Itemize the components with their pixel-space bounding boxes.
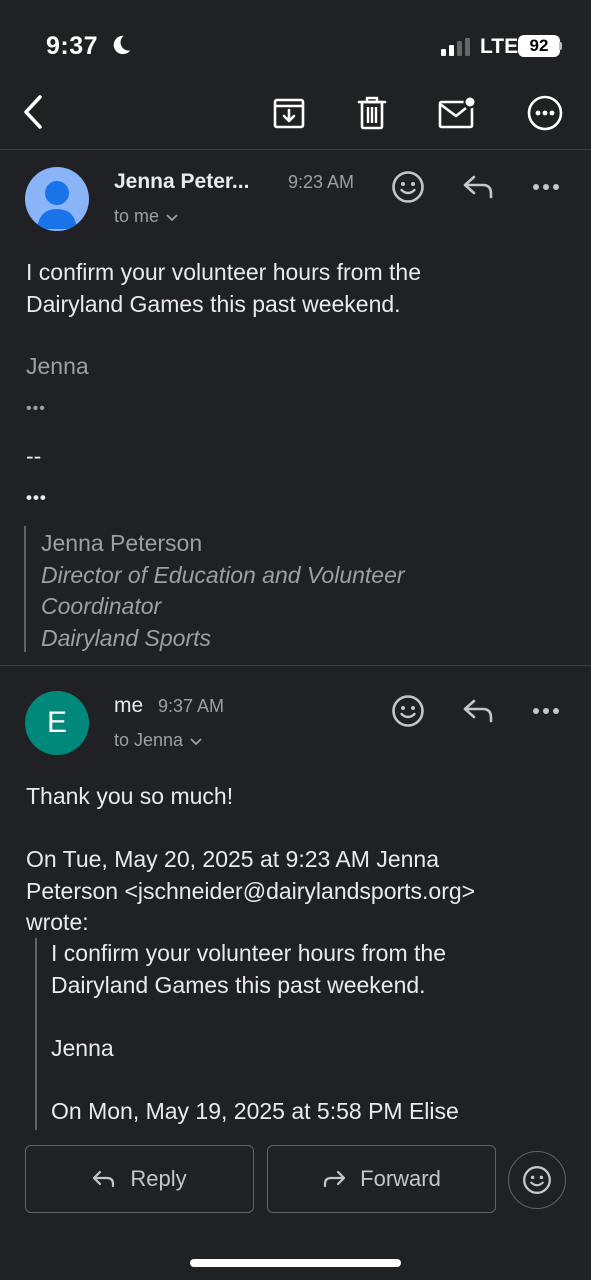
signature-separator: -- — [26, 443, 42, 469]
home-indicator[interactable] — [190, 1259, 401, 1267]
recipient-label: to Jenna — [114, 730, 184, 750]
message-more-button[interactable] — [526, 167, 566, 207]
reply-icon — [463, 699, 493, 723]
back-button[interactable] — [14, 92, 54, 132]
reply-label: Reply — [130, 1166, 187, 1191]
network-label: LTE — [480, 35, 519, 58]
signature-quote-bar — [24, 526, 26, 652]
reply-button[interactable]: Reply — [25, 1145, 254, 1213]
more-icon — [527, 95, 563, 131]
signature-block: Jenna Peterson Director of Education and… — [41, 530, 405, 651]
chevron-down-icon — [190, 737, 202, 745]
react-button[interactable] — [388, 167, 428, 207]
message-body: Thank you so much! — [26, 783, 234, 809]
recipient-details-toggle[interactable]: to Jenna — [114, 730, 203, 751]
quote-bar — [35, 938, 37, 1130]
more-horizontal-icon — [533, 708, 559, 714]
delete-icon — [357, 96, 387, 130]
forward-label: Forward — [360, 1166, 441, 1191]
message-more-button[interactable] — [526, 691, 566, 731]
reply-icon — [93, 1170, 115, 1188]
more-options-button[interactable] — [525, 93, 565, 133]
battery-tip — [559, 42, 562, 50]
chevron-down-icon — [166, 213, 178, 221]
person-icon — [37, 181, 77, 229]
message-divider — [0, 665, 591, 666]
sender-name: Jenna Peter... — [114, 170, 250, 193]
status-time: 9:37 — [46, 32, 99, 60]
battery-level: 92 — [518, 35, 560, 57]
sender-avatar: E — [25, 691, 89, 755]
toolbar-divider — [0, 149, 591, 150]
quoted-text: I confirm your volunteer hours from the … — [51, 940, 459, 1124]
reply-icon — [463, 175, 493, 199]
react-emoji-button[interactable] — [508, 1151, 566, 1209]
message-time: 9:37 AM — [158, 696, 225, 716]
smiley-icon — [392, 171, 424, 203]
sender-avatar — [25, 167, 89, 231]
mark-unread-button[interactable] — [437, 93, 477, 133]
sender-name: me — [114, 694, 144, 717]
react-button[interactable] — [388, 691, 428, 731]
archive-button[interactable] — [269, 93, 309, 133]
recipient-label: to me — [114, 206, 160, 226]
quote-attribution: On Tue, May 20, 2025 at 9:23 AM Jenna Pe… — [26, 846, 476, 935]
signoff: Jenna — [26, 353, 89, 379]
more-horizontal-icon — [533, 184, 559, 190]
message-time: 9:23 AM — [288, 172, 355, 192]
smiley-icon — [523, 1166, 551, 1194]
back-icon — [24, 95, 42, 129]
show-trimmed-content-2[interactable]: ••• — [26, 488, 47, 508]
message-body: I confirm your volunteer hours from the … — [26, 259, 421, 317]
forward-icon — [324, 1170, 346, 1188]
archive-icon — [273, 98, 305, 129]
mark-unread-icon — [438, 95, 477, 129]
smiley-icon — [392, 695, 424, 727]
reply-icon-button[interactable] — [458, 167, 498, 207]
forward-button[interactable]: Forward — [267, 1145, 496, 1213]
delete-button[interactable] — [352, 93, 392, 133]
show-trimmed-content-1[interactable]: ••• — [26, 400, 46, 418]
signal-icon — [441, 38, 470, 56]
recipient-details-toggle[interactable]: to me — [114, 206, 179, 227]
reply-icon-button[interactable] — [458, 691, 498, 731]
moon-icon — [113, 35, 131, 55]
